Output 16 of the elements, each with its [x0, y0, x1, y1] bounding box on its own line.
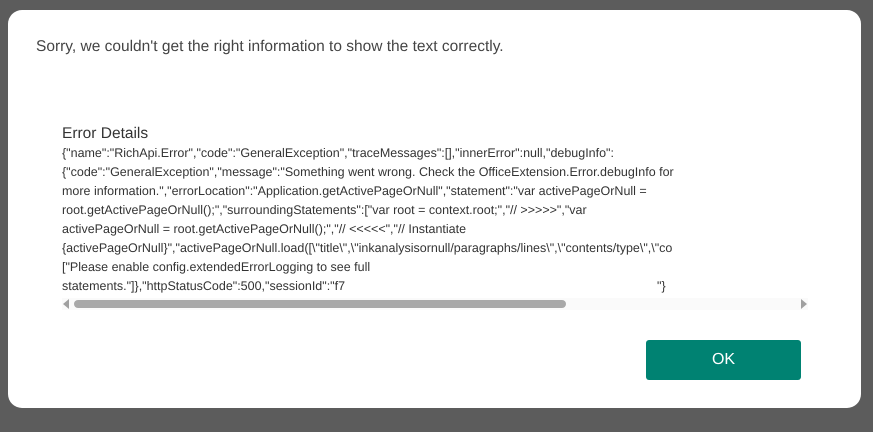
error-details-line: ["Please enable config.extendedErrorLogging to see full — [62, 259, 370, 276]
error-details-line: statements."]},"httpStatusCode":500,"sessionId":"f7 — [62, 278, 346, 295]
scroll-left-icon[interactable] — [62, 299, 70, 309]
scroll-right-icon[interactable] — [800, 299, 808, 309]
error-message: Sorry, we couldn't get the right information to show the text correctly. — [36, 37, 505, 57]
horizontal-scrollbar[interactable] — [62, 298, 808, 310]
error-details-line: root.getActivePageOrNull();","surroundingStatements":["var root = context.root;","// >>>>>","var — [62, 202, 587, 219]
error-details-line: more information.","errorLocation":"Application.getActivePageOrNull","statement":"var activePageOrNull = — [62, 183, 647, 200]
ok-button[interactable]: OK — [646, 340, 801, 380]
error-details-line: "} — [657, 278, 666, 295]
error-details-line: {"code":"GeneralException","message":"Something went wrong. Check the OfficeExtension.Error.debugInfo for — [62, 164, 674, 181]
details-heading: Error Details — [62, 124, 150, 144]
scrollbar-thumb[interactable] — [74, 300, 566, 308]
error-details-line: activePageOrNull = root.getActivePageOrNull();","// <<<<<","// Instantiate — [62, 221, 466, 238]
error-details-line: {"name":"RichApi.Error","code":"GeneralException","traceMessages":[],"innerError":null,"debugInfo": — [62, 145, 614, 162]
error-details-line: {activePageOrNull}","activePageOrNull.load([\"title\",\"inkanalysisornull/paragraphs/lines\",\"contents/type\",\"co — [62, 240, 672, 257]
